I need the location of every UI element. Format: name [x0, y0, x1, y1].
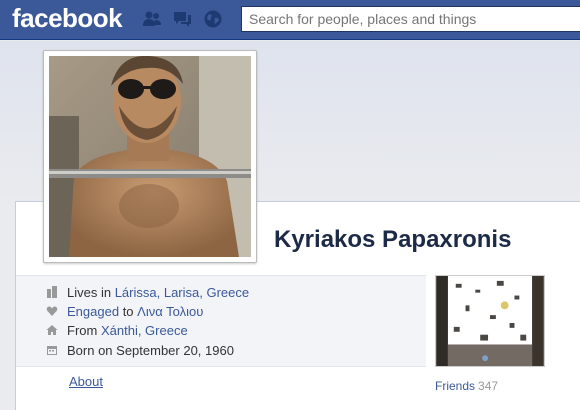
friends-link[interactable]: Friends 347	[435, 379, 498, 393]
info-birthday: Born on September 20, 1960	[46, 343, 234, 361]
building-icon	[47, 286, 57, 298]
profile-name[interactable]: Kyriakos Papaxronis	[274, 226, 511, 254]
info-hometown: From Xánthi, Greece	[46, 323, 188, 341]
about-link[interactable]: About	[69, 374, 103, 389]
engaged-to-text: to	[122, 304, 134, 319]
profile-info-box: Lives in Lárissa, Larisa, Greece Engaged…	[16, 275, 426, 367]
friends-label-text: Friends	[435, 379, 476, 393]
profile-picture[interactable]	[43, 50, 257, 263]
friends-photo	[436, 276, 544, 366]
from-prefix: From	[67, 323, 98, 338]
facebook-logo[interactable]: facebook	[12, 3, 123, 34]
engaged-link[interactable]: Engaged	[67, 304, 119, 319]
top-navigation-bar: facebook	[0, 0, 580, 40]
profile-photo	[49, 56, 251, 257]
house-icon	[46, 325, 58, 335]
engaged-person-link[interactable]: Λινα Τολιου	[137, 304, 203, 319]
born-text: Born on September 20, 1960	[67, 343, 234, 358]
heart-icon	[46, 306, 58, 316]
from-place-link[interactable]: Xánthi, Greece	[101, 323, 188, 338]
info-lives-in: Lives in Lárissa, Larisa, Greece	[46, 285, 249, 303]
lives-place-link[interactable]: Lárissa, Larisa, Greece	[115, 285, 249, 300]
messages-icon[interactable]	[172, 9, 192, 29]
search-input[interactable]	[241, 6, 580, 32]
info-relationship: Engaged to Λινα Τολιου	[46, 304, 203, 322]
friend-requests-icon[interactable]	[142, 9, 162, 29]
friends-count: 347	[478, 379, 499, 393]
calendar-icon	[47, 346, 57, 355]
friends-thumbnail[interactable]	[435, 275, 545, 367]
globe-icon[interactable]	[203, 9, 223, 29]
lives-prefix: Lives in	[67, 285, 112, 300]
